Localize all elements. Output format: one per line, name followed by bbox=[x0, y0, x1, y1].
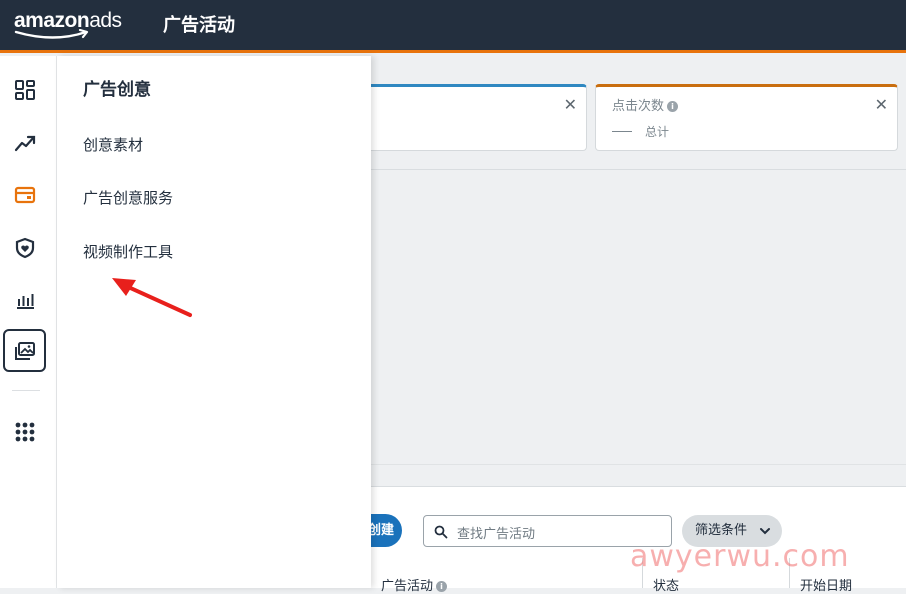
top-navigation-bar: amazonads 广告活动 bbox=[0, 0, 906, 53]
page-title: 广告活动 bbox=[163, 15, 235, 36]
annotation-arrow-icon bbox=[112, 278, 192, 317]
close-icon[interactable]: ✕ bbox=[875, 95, 888, 114]
performance-chart-area bbox=[371, 169, 906, 464]
amazon-smile-icon bbox=[14, 29, 89, 39]
brand-shield-icon[interactable] bbox=[3, 226, 46, 269]
logo-suffix-text: ads bbox=[89, 9, 122, 32]
info-icon[interactable]: i bbox=[436, 581, 448, 592]
divider bbox=[371, 464, 906, 465]
left-icon-rail bbox=[0, 56, 57, 588]
info-icon[interactable]: i bbox=[667, 101, 679, 112]
campaign-wallet-icon[interactable] bbox=[3, 173, 46, 216]
menu-item-creative-services[interactable]: 广告创意服务 bbox=[83, 187, 173, 208]
creative-flyout-menu: 广告创意 创意素材 广告创意服务 视频制作工具 bbox=[57, 56, 371, 588]
metric-card-1[interactable]: ✕ bbox=[347, 84, 587, 151]
close-icon[interactable]: ✕ bbox=[564, 95, 577, 114]
metric-card-clicks[interactable]: 点击次数 i ✕ 总计 bbox=[595, 84, 898, 151]
menu-item-creative-assets[interactable]: 创意素材 bbox=[83, 134, 143, 155]
search-placeholder: 查找广告活动 bbox=[457, 527, 536, 542]
metric-label-text: 点击次数 bbox=[612, 99, 665, 114]
create-campaign-label: 创建广告活动 bbox=[368, 523, 395, 538]
table-header-status[interactable]: 状态 bbox=[653, 575, 679, 594]
dashboard-icon[interactable] bbox=[3, 68, 46, 111]
trend-icon[interactable] bbox=[3, 121, 46, 164]
metric-label: 点击次数 i bbox=[612, 95, 679, 114]
table-header-campaign[interactable]: 广告活动 i bbox=[381, 575, 448, 594]
apps-grid-icon[interactable] bbox=[3, 410, 46, 453]
series-line-swatch bbox=[612, 131, 632, 132]
menu-title: 广告创意 bbox=[83, 80, 151, 100]
filter-label: 筛选条件 bbox=[695, 523, 748, 538]
watermark-text: awyerwu.com bbox=[630, 539, 850, 574]
metric-total-label: 总计 bbox=[645, 125, 670, 139]
reports-bar-icon[interactable] bbox=[3, 278, 46, 321]
table-header-start-date[interactable]: 开始日期 bbox=[800, 575, 852, 594]
creative-gallery-icon[interactable] bbox=[3, 329, 46, 372]
chevron-down-icon bbox=[760, 528, 770, 535]
rail-divider bbox=[12, 390, 40, 391]
header-label: 广告活动 bbox=[381, 579, 434, 594]
search-icon bbox=[434, 525, 448, 539]
menu-item-video-builder[interactable]: 视频制作工具 bbox=[83, 241, 173, 262]
